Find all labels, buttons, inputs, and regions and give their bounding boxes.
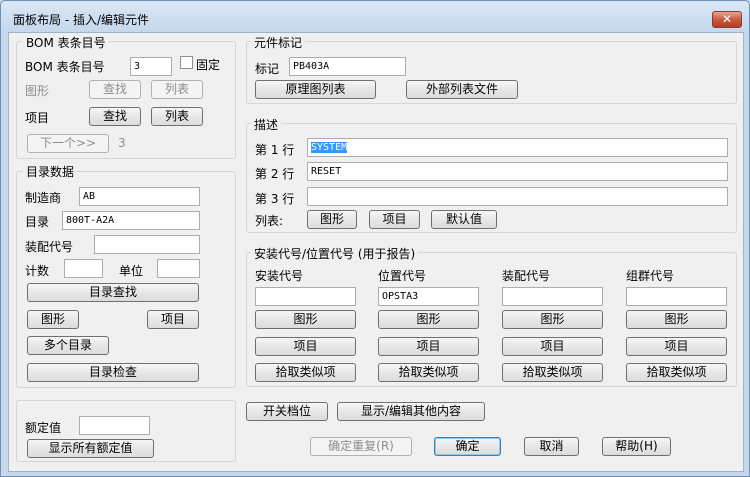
assembly-input[interactable] [94,235,200,254]
catalog-drawing-button[interactable]: 图形 [27,310,79,329]
install-code-pick-button[interactable]: 拾取类似项 [255,363,356,382]
assembly-code-drawing-button[interactable]: 图形 [502,310,603,329]
catalog-input[interactable]: 800T-A2A [62,211,200,230]
manufacturer-input[interactable]: AB [79,187,200,206]
multi-catalog-button[interactable]: 多个目录 [27,336,109,355]
count-label: 计数 [25,264,50,278]
project-list-button[interactable]: 列表 [151,107,203,126]
unit-input[interactable] [157,259,200,278]
rating-input[interactable] [79,416,150,435]
next-button[interactable]: 下一个>> [27,134,109,153]
catalog-check-button[interactable]: 目录检查 [27,363,199,382]
list-label: 列表: [255,214,284,228]
line3-label: 第 3 行 [255,192,295,206]
install-code-drawing-button[interactable]: 图形 [255,310,356,329]
fixed-checkbox[interactable] [180,56,193,69]
manufacturer-label: 制造商 [25,191,62,205]
catalog-project-button[interactable]: 项目 [147,310,199,329]
assembly-code-header: 装配代号 [502,269,551,283]
default-value-button[interactable]: 默认值 [431,210,497,229]
location-group-title: 安装代号/位置代号 (用于报告) [251,245,419,262]
ok-button[interactable]: 确定 [434,437,501,456]
count-input[interactable] [64,259,103,278]
description-project-button[interactable]: 项目 [369,210,420,229]
assembly-label: 装配代号 [25,240,74,254]
location-code-drawing-button[interactable]: 图形 [378,310,479,329]
line1-input[interactable]: SYSTEM [307,138,728,157]
group-code-header: 组群代号 [626,269,675,283]
assembly-code-input[interactable] [502,287,603,306]
location-code-input[interactable]: OPSTA3 [378,287,479,306]
tag-input[interactable]: PB403A [289,57,406,76]
window-title: 面板布局 - 插入/编辑元件 [13,13,150,27]
schematic-list-button[interactable]: 原理图列表 [255,80,376,99]
location-code-header: 位置代号 [378,269,427,283]
description-drawing-button[interactable]: 图形 [307,210,357,229]
line1-value: SYSTEM [311,142,348,153]
bom-item-label: BOM 表条目号 [25,60,105,74]
show-all-ratings-button[interactable]: 显示所有额定值 [27,439,154,458]
dialog-window: 面板布局 - 插入/编辑元件 ✕ BOM 表条目号 BOM 表条目号 3 固定 … [0,0,750,477]
install-code-header: 安装代号 [255,269,304,283]
catalog-group-title: 目录数据 [23,163,78,180]
assembly-code-pick-button[interactable]: 拾取类似项 [502,363,603,382]
bom-list-button[interactable]: 列表 [151,80,203,99]
project-find-button[interactable]: 查找 [89,107,141,126]
group-code-project-button[interactable]: 项目 [626,337,727,356]
help-button[interactable]: 帮助(H) [602,437,671,456]
fixed-label: 固定 [196,58,221,72]
install-code-project-button[interactable]: 项目 [255,337,356,356]
location-code-project-button[interactable]: 项目 [378,337,479,356]
location-code-pick-button[interactable]: 拾取类似项 [378,363,479,382]
catalog-label: 目录 [25,215,50,229]
unit-label: 单位 [119,264,144,278]
bom-find-button[interactable]: 查找 [89,80,141,99]
rating-label: 额定值 [25,421,62,435]
external-list-button[interactable]: 外部列表文件 [406,80,518,99]
bom-project-label: 项目 [25,111,50,125]
line2-label: 第 2 行 [255,167,295,181]
line1-label: 第 1 行 [255,143,295,157]
line2-input[interactable]: RESET [307,162,728,181]
assembly-code-project-button[interactable]: 项目 [502,337,603,356]
bom-group-title: BOM 表条目号 [23,34,109,51]
switch-position-button[interactable]: 开关档位 [246,402,328,421]
group-code-input[interactable] [626,287,727,306]
group-code-drawing-button[interactable]: 图形 [626,310,727,329]
next-value: 3 [118,136,126,150]
tag-label: 标记 [255,62,280,76]
group-code-pick-button[interactable]: 拾取类似项 [626,363,727,382]
close-button[interactable]: ✕ [712,11,742,28]
catalog-lookup-button[interactable]: 目录查找 [27,283,199,302]
tag-group-title: 元件标记 [251,34,306,51]
cancel-button[interactable]: 取消 [524,437,579,456]
install-code-input[interactable] [255,287,356,306]
show-edit-other-button[interactable]: 显示/编辑其他内容 [337,402,485,421]
description-group-title: 描述 [251,116,282,133]
ok-repeat-button[interactable]: 确定重复(R) [310,437,412,456]
bom-drawing-label: 图形 [25,84,50,98]
line3-input[interactable] [307,187,728,206]
bom-item-input[interactable]: 3 [130,57,172,76]
